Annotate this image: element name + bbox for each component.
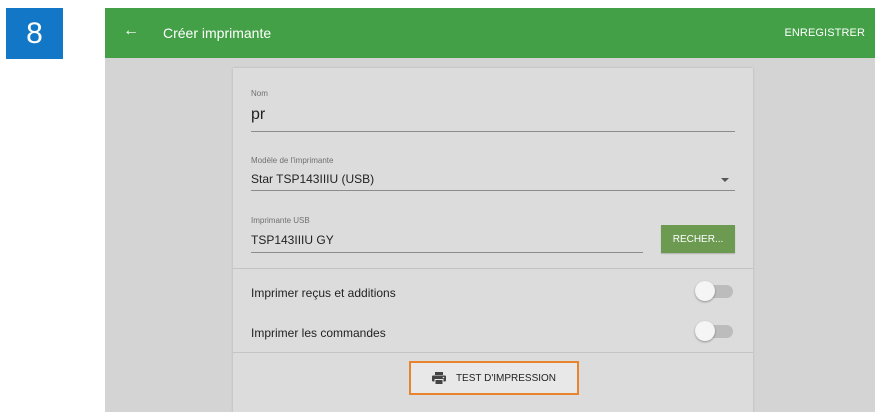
print-orders-toggle[interactable] [695,320,735,342]
arrow-left-icon[interactable]: ← [123,21,139,41]
print-orders-label: Imprimer les commandes [251,326,386,340]
test-print-label: TEST D'IMPRESSION [455,372,557,384]
divider [233,352,753,353]
app-screen: ← Créer imprimante ENREGISTRER Nom pr Mo… [105,8,875,412]
name-field-label: Nom [251,89,268,98]
divider [233,268,753,269]
step-number: 8 [26,16,43,50]
printer-form-card: Nom pr Modèle de l'imprimante Star TSP14… [233,68,753,412]
model-select[interactable]: Star TSP143IIIU (USB) [251,172,374,186]
save-button[interactable]: ENREGISTRER [784,26,865,40]
usb-printer-field[interactable]: TSP143IIIU GY [251,233,334,247]
toggle-thumb [695,281,715,301]
model-select-underline [251,190,735,191]
usb-field-underline [251,252,643,253]
print-receipts-toggle[interactable] [695,280,735,302]
app-bar: ← Créer imprimante ENREGISTRER [105,8,875,58]
chevron-down-icon[interactable] [721,178,729,182]
usb-field-label: Imprimante USB [251,216,310,225]
name-field-underline [251,131,735,132]
test-print-button[interactable]: TEST D'IMPRESSION [409,361,579,395]
page-title: Créer imprimante [163,25,272,41]
printer-icon [431,371,446,385]
toggle-thumb [695,321,715,341]
name-field[interactable]: pr [251,106,265,124]
model-field-label: Modèle de l'imprimante [251,156,334,165]
step-number-badge: 8 [6,8,63,59]
search-printer-button[interactable]: RECHER... [661,225,735,253]
print-receipts-label: Imprimer reçus et additions [251,286,396,300]
